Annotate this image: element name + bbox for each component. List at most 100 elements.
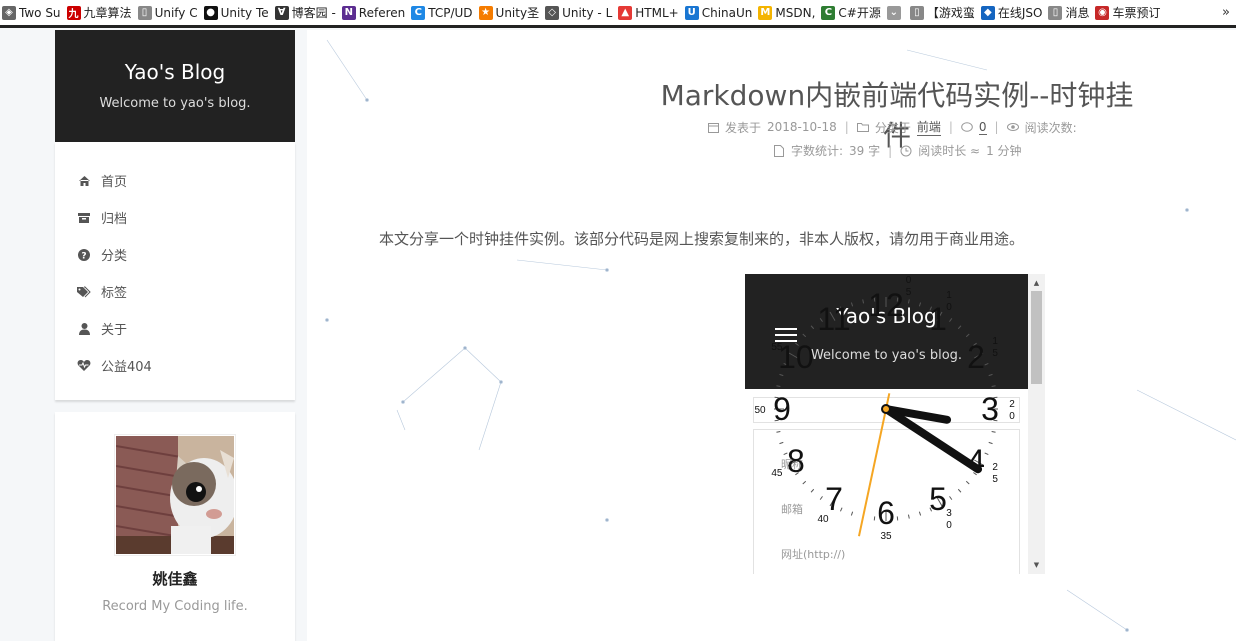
bookmark-item[interactable]: N Referen	[340, 0, 409, 25]
calendar-icon	[707, 121, 719, 133]
unity-icon: ◇	[545, 5, 560, 20]
post-main: Markdown内嵌前端代码实例--时钟挂件 发表于 2018-10-18 | …	[307, 30, 1236, 641]
email-field[interactable]: 邮箱	[781, 501, 803, 517]
bookmark-label: 车票预订	[1112, 6, 1161, 20]
eye-icon	[1006, 121, 1019, 133]
two-sum-icon: ◈	[2, 5, 16, 20]
nav-item[interactable]: 归档	[55, 199, 295, 236]
home-icon	[77, 174, 91, 188]
posted-prefix: 发表于	[725, 120, 762, 135]
bookmark-item[interactable]: ★ Unity圣	[477, 0, 544, 25]
post-date: 2018-10-18	[767, 120, 837, 134]
comment-count[interactable]: 0	[978, 120, 987, 135]
post-intro: 本文分享一个时钟挂件实例。该部分代码是网上搜索复制来的，非本人版权，请勿用于商业…	[379, 230, 1025, 248]
category-link[interactable]: 前端	[916, 118, 941, 136]
jiuzhang-icon: 九	[66, 5, 81, 20]
bookmark-label: 在线JSO	[997, 6, 1043, 20]
wordcount-label: 字数统计:	[791, 144, 844, 158]
bookmark-item[interactable]: 九九章算法	[65, 0, 136, 25]
chinaunix-icon: U	[684, 5, 699, 20]
embed-site-subtitle: Welcome to yao's blog.	[810, 348, 963, 363]
bookmark-item[interactable]: ◉ 车票预订	[1093, 0, 1164, 25]
csharp-icon: C	[821, 5, 836, 20]
bookmark-item[interactable]: ∀ 博客园 -	[273, 0, 340, 25]
dotnet-icon: N	[341, 5, 356, 20]
site-title[interactable]: Yao's Blog	[55, 60, 295, 84]
comment-textarea[interactable]	[753, 397, 1020, 423]
nav-item-label: 标签	[101, 286, 128, 301]
bookmark-item[interactable]: ⌄	[885, 0, 908, 25]
author-name: 姚佳鑫	[152, 570, 198, 588]
bookmark-item[interactable]: ▯ 消息	[1046, 0, 1093, 25]
file-icon	[773, 144, 785, 157]
bookmark-item[interactable]: ▯ Unify C	[136, 0, 202, 25]
question-icon: ?	[77, 248, 91, 262]
embedded-clock-frame[interactable]: Yao's Blog Welcome to yao's blog. 昵称 邮箱 …	[745, 274, 1045, 574]
github-icon: ●	[203, 5, 218, 20]
wordcount-value: 39 字	[849, 144, 881, 158]
bookmark-label: 【游戏蛮	[926, 6, 975, 20]
site-nav: 首页归档? 分类标签关于 公益404	[55, 142, 295, 400]
nav-item[interactable]: 公益404	[55, 347, 295, 384]
nav-item-label: 首页	[101, 175, 128, 190]
nav-item[interactable]: ? 分类	[55, 236, 295, 273]
nav-item[interactable]: 首页	[55, 162, 295, 199]
nav-item-label: 分类	[101, 249, 128, 264]
scroll-down-arrow-icon[interactable]: ▼	[1028, 558, 1045, 572]
bookmark-item[interactable]: ● Unity Te	[202, 0, 273, 25]
scroll-thumb[interactable]	[1031, 291, 1042, 384]
page-icon: ▯	[1048, 5, 1063, 20]
tags-icon	[77, 285, 91, 299]
bookmark-item[interactable]: C TCP/UD	[409, 0, 476, 25]
json-icon: ◆	[980, 5, 995, 20]
views-label: 阅读次数:	[1024, 120, 1077, 135]
bookmark-label: Unity - L	[562, 5, 613, 20]
bookmark-item[interactable]: C C#开源	[819, 0, 884, 25]
embed-site-title[interactable]: Yao's Blog	[745, 304, 1028, 328]
flame-icon: ▲	[618, 5, 633, 20]
comment-icon	[961, 121, 973, 133]
bookmark-label: Two Su	[19, 5, 61, 20]
bookmark-label: Unity圣	[495, 6, 540, 20]
nav-item[interactable]: 关于	[55, 310, 295, 347]
hamburger-menu-icon[interactable]	[775, 328, 797, 342]
nickname-field[interactable]: 昵称	[781, 456, 803, 472]
clock-icon	[900, 145, 912, 157]
bookmark-label: HTML+	[635, 5, 679, 20]
bookmark-label: Unify C	[154, 5, 198, 20]
readtime-label: 阅读时长 ≈	[918, 144, 981, 158]
bookmark-label: 九章算法	[83, 6, 132, 20]
scroll-up-arrow-icon[interactable]: ▲	[1028, 276, 1045, 290]
readtime-value: 1 分钟	[986, 144, 1022, 158]
bookmark-item[interactable]: U ChinaUn	[683, 0, 757, 25]
post-stats: 字数统计: 39 字 | 阅读时长 ≈ 1 分钟	[773, 142, 1053, 159]
author-profile: 姚佳鑫 Record My Coding life.	[55, 412, 295, 641]
unity-sheng-icon: ★	[478, 5, 493, 20]
bookmark-label: Unity Te	[220, 5, 269, 20]
nav-item[interactable]: 标签	[55, 273, 295, 310]
bookmark-label: 消息	[1065, 6, 1090, 20]
heartbeat-icon	[77, 359, 91, 373]
bookmarks-overflow-icon[interactable]: »	[1222, 5, 1236, 20]
bookmark-label: TCP/UD	[428, 5, 473, 20]
bookmark-item[interactable]: ◈ Two Su	[0, 0, 65, 25]
bookmark-item[interactable]: M MSDN,	[756, 0, 819, 25]
embed-header: Yao's Blog Welcome to yao's blog.	[745, 274, 1028, 389]
folder-icon	[856, 121, 869, 133]
page-icon: ▯	[909, 5, 924, 20]
bookmark-label: MSDN,	[775, 5, 816, 20]
bookmark-item[interactable]: ▯ 【游戏蛮	[908, 0, 979, 25]
frame-scrollbar[interactable]: ▲ ▼	[1028, 274, 1045, 574]
page-icon: ▯	[137, 5, 152, 20]
bookmark-item[interactable]: ▲ HTML+	[616, 0, 682, 25]
svg-text:?: ?	[81, 251, 86, 261]
bookmark-item[interactable]: ◆ 在线JSO	[979, 0, 1047, 25]
website-field[interactable]: 网址(http://)	[781, 546, 845, 562]
c-icon: C	[411, 5, 426, 20]
author-description: Record My Coding life.	[102, 599, 248, 614]
site-subtitle: Welcome to yao's blog.	[99, 96, 251, 111]
avatar	[114, 434, 236, 556]
bookmarks-bar: ◈ Two Su 九九章算法 ▯ Unify C ● Unity Te ∀ 博客园 - N Refe…	[0, 0, 1236, 28]
bookmark-item[interactable]: ◇ Unity - L	[543, 0, 616, 25]
cnblogs-icon: ∀	[274, 5, 289, 20]
